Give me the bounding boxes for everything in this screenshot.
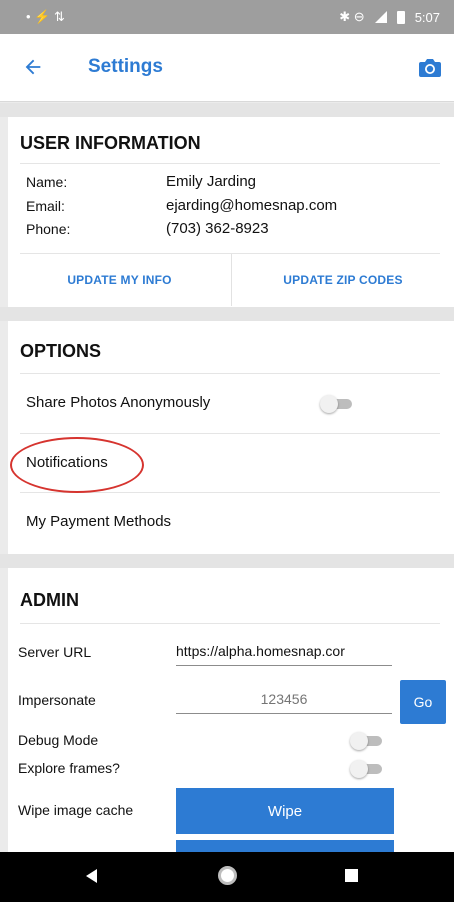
wipe-cache-label: Wipe image cache <box>18 802 134 818</box>
section-gap <box>0 554 454 568</box>
update-my-info-button[interactable]: UPDATE MY INFO <box>8 254 231 306</box>
user-info-card: USER INFORMATION Name: Emily Jarding Ema… <box>8 117 454 307</box>
camera-icon[interactable] <box>418 58 442 78</box>
status-left-icons: • ⚡ ⇅ <box>26 9 65 25</box>
phone-value: (703) 362-8923 <box>166 220 269 237</box>
email-value: ejarding@homesnap.com <box>166 197 338 214</box>
admin-card: ADMIN Server URL Impersonate Go Debug Mo… <box>8 568 454 852</box>
wipe-button[interactable]: Wipe <box>176 788 394 834</box>
clock: 5:07 <box>414 9 440 25</box>
share-photos-label: Share Photos Anonymously <box>26 394 211 411</box>
nav-home-icon[interactable] <box>218 866 237 885</box>
nav-recents-icon[interactable] <box>345 869 358 882</box>
info-actions: UPDATE MY INFO UPDATE ZIP CODES <box>8 254 454 306</box>
app-bar: Settings <box>0 34 454 102</box>
name-label: Name: <box>26 174 68 190</box>
server-url-label: Server URL <box>18 644 92 660</box>
nav-back-icon[interactable] <box>86 869 97 883</box>
go-button[interactable]: Go <box>400 680 446 724</box>
signal-icon <box>374 11 387 23</box>
status-bar: • ⚡ ⇅ ✱ ⊖ 5:07 <box>0 0 454 34</box>
system-nav-bar <box>0 852 454 902</box>
divider <box>20 623 440 624</box>
admin-heading: ADMIN <box>20 590 79 610</box>
debug-mode-label: Debug Mode <box>18 732 99 748</box>
phone-label: Phone: <box>26 221 71 237</box>
page-title: Settings <box>88 56 163 77</box>
notifications-highlight-circle <box>10 437 144 493</box>
explore-frames-toggle[interactable] <box>350 758 386 780</box>
share-photos-row[interactable]: Share Photos Anonymously <box>8 374 454 433</box>
impersonate-input[interactable] <box>176 684 392 714</box>
debug-mode-toggle[interactable] <box>350 730 386 752</box>
section-gap <box>0 307 454 321</box>
update-zip-codes-button[interactable]: UPDATE ZIP CODES <box>232 254 454 306</box>
status-right-icons: ✱ ⊖ 5:07 <box>339 9 440 25</box>
bluetooth-dnd-icons: ✱ ⊖ <box>339 9 365 24</box>
options-heading: OPTIONS <box>20 341 102 361</box>
next-action-button[interactable] <box>176 840 394 852</box>
explore-frames-label: Explore frames? <box>18 760 120 776</box>
server-url-input[interactable] <box>176 636 392 666</box>
user-info-heading: USER INFORMATION <box>20 133 201 153</box>
payment-methods-label: My Payment Methods <box>26 513 172 530</box>
arrow-left-icon[interactable] <box>22 56 44 78</box>
impersonate-label: Impersonate <box>18 692 96 708</box>
share-photos-toggle[interactable] <box>320 393 356 415</box>
divider <box>20 163 440 164</box>
battery-icon <box>396 10 405 24</box>
section-gap <box>0 103 454 117</box>
email-label: Email: <box>26 198 65 214</box>
notification-icons: • ⚡ ⇅ <box>26 9 65 24</box>
name-value: Emily Jarding <box>166 173 257 190</box>
payment-methods-row[interactable]: My Payment Methods <box>8 493 454 553</box>
